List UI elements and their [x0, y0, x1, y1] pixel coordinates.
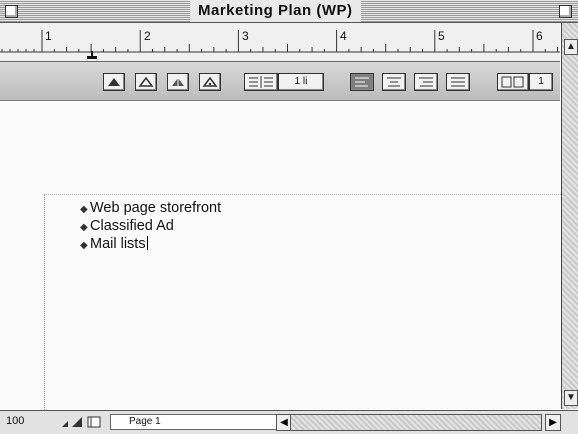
decimal-tab-button[interactable] — [199, 73, 221, 91]
zoom-level[interactable]: 100 — [6, 415, 24, 427]
text-cursor — [146, 236, 148, 250]
align-center-button[interactable] — [382, 73, 406, 91]
ruler-number: 1 — [45, 29, 52, 43]
list-item-text: Web page storefront — [90, 200, 222, 216]
ruler-number: 3 — [242, 29, 249, 43]
page-indicator[interactable]: Page 1 — [110, 414, 290, 430]
horizontal-scrollbar[interactable] — [290, 414, 542, 431]
format-toolbar: 1 li 1 — [0, 62, 560, 101]
diamond-bullet-icon: ◆ — [80, 240, 88, 251]
page-view-icon — [87, 416, 101, 428]
list-item[interactable]: ◆ Web page storefront — [80, 200, 221, 216]
columns-button[interactable] — [497, 73, 529, 91]
diamond-bullet-icon: ◆ — [80, 204, 88, 215]
columns-count[interactable]: 1 — [529, 73, 553, 91]
align-right-button[interactable] — [414, 73, 438, 91]
scroll-down-arrow-icon[interactable]: ▼ — [564, 390, 578, 406]
align-justify-button[interactable] — [446, 73, 470, 91]
ruler-number: 6 — [536, 29, 543, 43]
ruler-number: 4 — [340, 29, 347, 43]
diamond-bullet-icon: ◆ — [80, 222, 88, 233]
ruler-scale — [0, 30, 560, 53]
list-item[interactable]: ◆ Mail lists — [80, 236, 148, 252]
vertical-scrollbar[interactable]: ▲ ▼ — [561, 23, 578, 409]
text-frame[interactable]: ◆ Web page storefront ◆ Classified Ad ◆ Mai… — [44, 194, 561, 410]
list-item[interactable]: ◆ Classified Ad — [80, 218, 174, 234]
line-spacing-decrease-button[interactable] — [244, 73, 278, 91]
window-title-bar[interactable]: Marketing Plan (WP) — [0, 0, 578, 23]
list-item-text: Classified Ad — [90, 218, 174, 234]
close-box-icon[interactable] — [5, 5, 18, 18]
align-left-button[interactable] — [350, 73, 374, 91]
ruler-number: 2 — [144, 29, 151, 43]
zoom-out-icon — [62, 421, 68, 427]
scroll-right-arrow-icon[interactable]: ▶ — [545, 414, 561, 431]
status-bar: 100 Page 1 ◀ ▶ — [0, 410, 578, 434]
zoom-box-icon[interactable] — [559, 5, 572, 18]
ruler[interactable]: 1 2 3 4 5 6 — [0, 23, 560, 62]
zoom-controls[interactable] — [60, 415, 105, 432]
left-tab-button[interactable] — [103, 73, 125, 91]
scroll-up-arrow-icon[interactable]: ▲ — [564, 39, 578, 55]
tab-stop-marker-icon[interactable] — [86, 51, 98, 61]
line-spacing-value[interactable]: 1 li — [278, 73, 324, 91]
center-tab-button[interactable] — [135, 73, 157, 91]
zoom-in-icon — [72, 417, 82, 427]
list-item-text: Mail lists — [90, 236, 146, 252]
document-page[interactable]: ◆ Web page storefront ◆ Classified Ad ◆ Mai… — [0, 101, 561, 410]
ruler-number: 5 — [438, 29, 445, 43]
window-title: Marketing Plan (WP) — [190, 0, 361, 22]
right-tab-button[interactable] — [167, 73, 189, 91]
